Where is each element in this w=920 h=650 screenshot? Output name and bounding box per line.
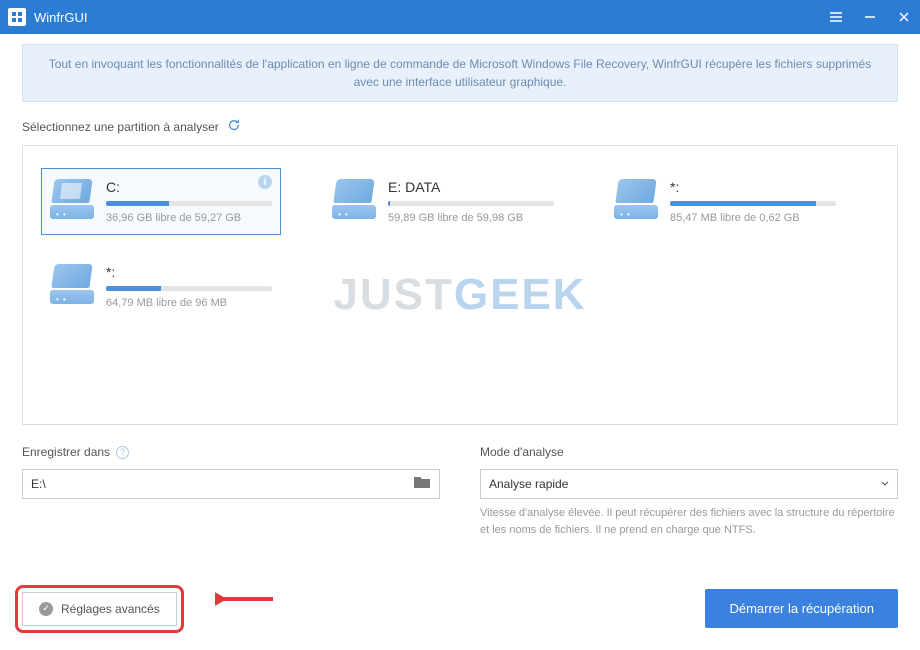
partition-item[interactable]: iC: 36,96 GB libre de 59,27 GB	[41, 168, 281, 235]
partition-list: JUSTGEEK iC:36,96 GB libre de 59,27 GBE:…	[22, 145, 898, 425]
folder-icon[interactable]	[413, 475, 431, 494]
mode-description: Vitesse d'analyse élevée. Il peut récupé…	[480, 505, 898, 538]
usage-bar	[106, 286, 272, 291]
partition-size: 85,47 MB libre de 0,62 GB	[670, 212, 836, 224]
titlebar: WinfrGUI	[0, 0, 920, 34]
partition-size: 36,96 GB libre de 59,27 GB	[106, 212, 272, 224]
chevron-down-icon	[881, 477, 889, 491]
partition-size: 64,79 MB libre de 96 MB	[106, 297, 272, 309]
refresh-icon[interactable]	[227, 118, 241, 135]
check-icon: ✓	[39, 602, 53, 616]
drive-icon	[614, 179, 658, 219]
save-path-value: E:\	[31, 477, 413, 491]
select-partition-label: Sélectionnez une partition à analyser	[22, 118, 898, 135]
app-title: WinfrGUI	[34, 10, 828, 25]
minimize-icon[interactable]	[862, 9, 878, 25]
partition-item[interactable]: *: 64,79 MB libre de 96 MB	[41, 253, 281, 320]
drive-icon	[332, 179, 376, 219]
usage-bar	[388, 201, 554, 206]
info-banner: Tout en invoquant les fonctionnalités de…	[22, 44, 898, 102]
partition-name: E: DATA	[388, 179, 554, 195]
mode-label: Mode d'analyse	[480, 445, 898, 459]
partition-name: *:	[670, 179, 836, 195]
drive-icon	[50, 264, 94, 304]
save-label: Enregistrer dans ?	[22, 445, 440, 459]
advanced-settings-label: Réglages avancés	[61, 602, 160, 616]
help-icon[interactable]: ?	[116, 446, 129, 459]
start-recovery-button[interactable]: Démarrer la récupération	[705, 589, 898, 628]
partition-name: C:	[106, 179, 272, 195]
partition-name: *:	[106, 264, 272, 280]
save-path-input[interactable]: E:\	[22, 469, 440, 499]
app-icon	[8, 8, 26, 26]
select-partition-text: Sélectionnez une partition à analyser	[22, 120, 219, 134]
drive-icon	[50, 179, 94, 219]
advanced-settings-button[interactable]: ✓ Réglages avancés	[22, 592, 177, 626]
usage-bar	[106, 201, 272, 206]
partition-size: 59,89 GB libre de 59,98 GB	[388, 212, 554, 224]
mode-select[interactable]: Analyse rapide	[480, 469, 898, 499]
close-icon[interactable]	[896, 9, 912, 25]
menu-icon[interactable]	[828, 9, 844, 25]
mode-selected: Analyse rapide	[489, 477, 568, 491]
partition-item[interactable]: *: 85,47 MB libre de 0,62 GB	[605, 168, 845, 235]
partition-item[interactable]: E: DATA 59,89 GB libre de 59,98 GB	[323, 168, 563, 235]
info-icon[interactable]: i	[258, 175, 272, 189]
usage-bar	[670, 201, 836, 206]
